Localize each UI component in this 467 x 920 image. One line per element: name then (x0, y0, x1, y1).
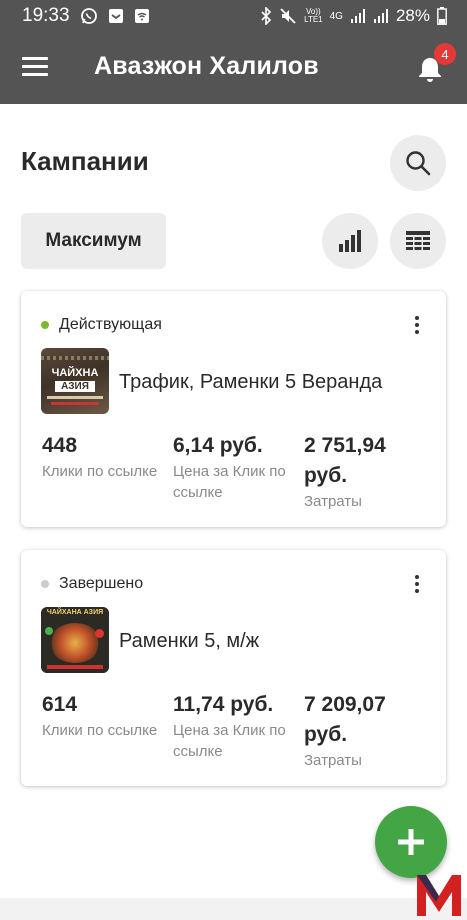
spent-label: Затраты (304, 493, 362, 510)
clicks-metric: 614 Клики по ссылке (42, 690, 162, 741)
inbox-icon (108, 8, 124, 24)
cpc-label: Цена за Клик по ссылке (173, 463, 286, 501)
notification-badge: 4 (434, 43, 456, 65)
search-button[interactable] (390, 135, 446, 191)
bottom-strip (0, 898, 467, 920)
campaign-status: Завершено (41, 575, 143, 593)
whatsapp-icon (80, 7, 98, 25)
status-time: 19:33 (22, 5, 70, 26)
spent-value: 2 751,94 руб. (304, 434, 386, 487)
status-dot (41, 321, 49, 329)
m-logo-icon (414, 872, 464, 918)
clicks-label: Клики по ссылке (42, 463, 158, 480)
bar-chart-icon (339, 230, 361, 252)
chart-view-button[interactable] (322, 213, 378, 269)
spent-label: Затраты (304, 752, 362, 769)
cpc-metric: 11,74 руб. Цена за Клик по ссылке (173, 690, 298, 762)
search-icon (406, 151, 431, 176)
more-vert-icon (415, 575, 419, 579)
clicks-value: 448 (42, 434, 78, 457)
campaign-card[interactable]: Действующая ЧАЙХНА АЗИЯ Трафик, Раменки … (21, 291, 446, 527)
table-icon (406, 231, 430, 250)
spent-metric: 2 751,94 руб. Затраты (304, 431, 429, 512)
cpc-value: 11,74 руб. (173, 693, 274, 716)
spent-value: 7 209,07 руб. (304, 693, 386, 746)
cpc-metric: 6,14 руб. Цена за Клик по ссылке (173, 431, 298, 503)
volte-indicator: Vo)) LTE1 (304, 7, 323, 24)
spent-metric: 7 209,07 руб. Затраты (304, 690, 429, 771)
status-dot (41, 580, 49, 588)
battery-icon (437, 7, 447, 25)
create-campaign-button[interactable] (375, 806, 447, 878)
more-options-button[interactable] (405, 313, 429, 337)
network-type: 4G (329, 10, 343, 22)
campaign-thumbnail: ЧАЙХНА АЗИЯ (41, 348, 109, 414)
signal-icon-1 (350, 8, 366, 24)
table-view-button[interactable] (390, 213, 446, 269)
cpc-value: 6,14 руб. (173, 434, 263, 457)
date-range-filter-button[interactable]: Максимум (21, 213, 166, 269)
battery-percent: 28% (395, 6, 430, 25)
menu-button[interactable] (22, 57, 50, 79)
menu-icon (22, 57, 48, 60)
campaign-status: Действующая (41, 316, 162, 334)
campaign-thumbnail: ЧАЙХАНА АЗИЯ (41, 607, 109, 673)
wifi-app-icon (134, 8, 150, 24)
cpc-label: Цена за Клик по ссылке (173, 722, 286, 760)
clicks-metric: 448 Клики по ссылке (42, 431, 162, 482)
app-bar: Авазжон Халилов 4 (0, 32, 467, 104)
bluetooth-icon (260, 7, 272, 25)
page-title: Кампании (21, 146, 149, 176)
account-name: Авазжон Халилов (94, 52, 319, 80)
status-bar: 19:33 Vo)) LTE1 4G 28% (0, 0, 467, 32)
mute-icon (279, 7, 297, 25)
campaign-name: Раменки 5, м/ж (119, 630, 260, 652)
signal-icon-2 (373, 8, 389, 24)
plus-icon (398, 829, 424, 855)
clicks-label: Клики по ссылке (42, 722, 158, 739)
campaign-card[interactable]: Завершено ЧАЙХАНА АЗИЯ Раменки 5, м/ж 61… (21, 550, 446, 786)
campaign-name: Трафик, Раменки 5 Веранда (119, 371, 383, 393)
more-vert-icon (415, 316, 419, 320)
clicks-value: 614 (42, 693, 78, 716)
more-options-button[interactable] (405, 572, 429, 596)
